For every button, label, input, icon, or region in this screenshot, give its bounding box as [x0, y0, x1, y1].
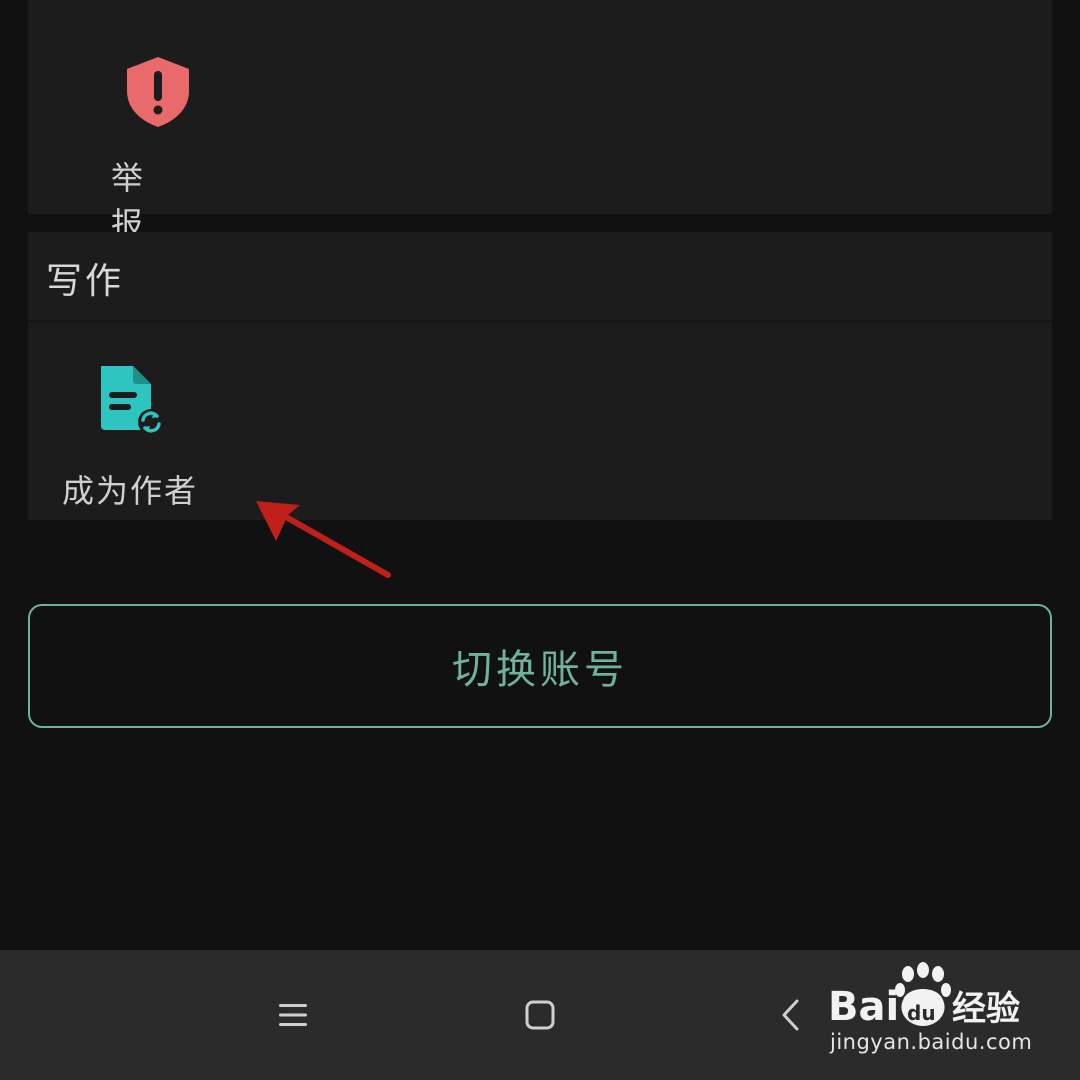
- document-refresh-icon: [95, 362, 165, 438]
- screen: 举报 写作 成为作者 切换账号 Bai du 经验 jingyan.baidu.…: [0, 0, 1080, 1080]
- report-item[interactable]: 举报: [98, 55, 218, 243]
- writing-section-body: 成为作者: [28, 322, 1052, 520]
- writing-section-title: 写作: [46, 261, 125, 302]
- hamburger-icon: [279, 1004, 307, 1026]
- shield-warning-icon: [98, 55, 218, 131]
- become-author-label: 成为作者: [61, 472, 198, 510]
- switch-account-label: 切换账号: [452, 647, 628, 693]
- nav-menu-button[interactable]: [263, 990, 323, 1040]
- system-nav-bar: [0, 950, 1080, 1080]
- writing-section-header: 写作: [28, 232, 1052, 322]
- switch-account-button[interactable]: 切换账号: [28, 604, 1052, 728]
- square-home-icon: [525, 1000, 555, 1030]
- nav-home-button[interactable]: [510, 990, 570, 1040]
- tools-card: 举报: [28, 0, 1052, 243]
- nav-back-button[interactable]: [760, 990, 820, 1040]
- chevron-left-icon: [782, 999, 799, 1031]
- become-author-item[interactable]: 成为作者: [60, 360, 200, 510]
